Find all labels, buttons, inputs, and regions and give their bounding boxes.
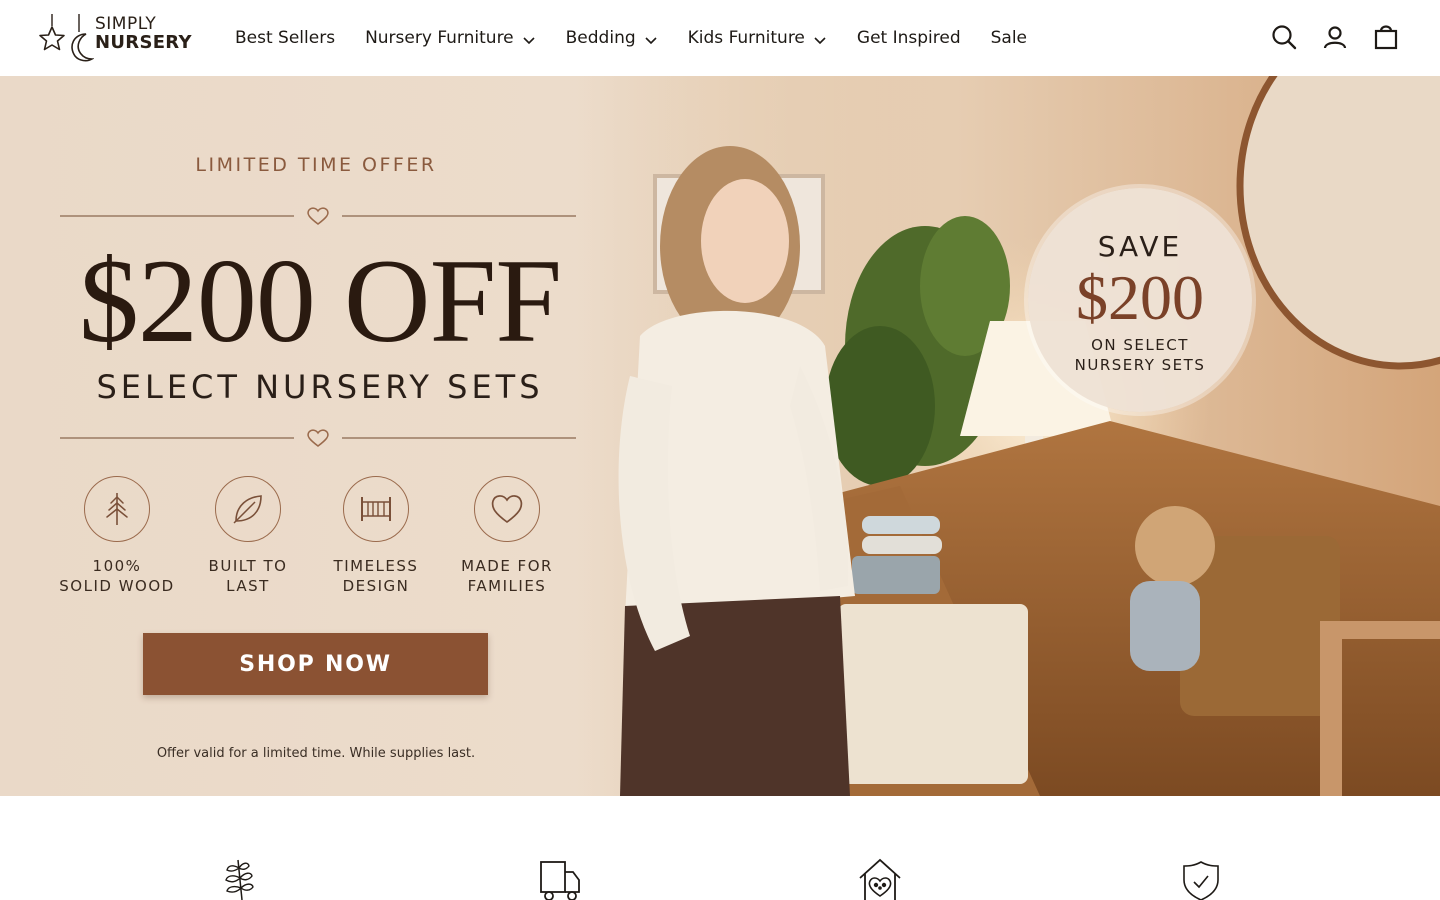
chevron-down-icon — [814, 36, 826, 44]
main-nav: Best Sellers Nursery Furniture Bedding K… — [235, 22, 1057, 54]
save-badge-amount: $200 — [1076, 262, 1204, 333]
feature-label: TIMELESS DESIGN — [306, 556, 446, 596]
nav-kids-furniture[interactable]: Kids Furniture — [688, 28, 827, 48]
nav-best-sellers[interactable]: Best Sellers — [235, 28, 335, 48]
feature-label: BUILT TO LAST — [178, 556, 318, 596]
nav-get-inspired[interactable]: Get Inspired — [857, 28, 961, 48]
nav-kids-furniture-label: Kids Furniture — [687, 28, 805, 48]
brand-logo[interactable]: SIMPLY NURSERY — [38, 12, 198, 64]
brand-name-line2: NURSERY — [95, 32, 192, 53]
hero-banner: LIMITED TIME OFFER $200 OFF SELECT NURSE… — [0, 76, 1440, 796]
site-header: SIMPLY NURSERY Best Sellers Nursery Furn… — [0, 0, 1440, 76]
feature-icon-circle — [84, 476, 150, 542]
crib-icon — [361, 497, 391, 521]
offer-kicker: LIMITED TIME OFFER — [195, 154, 437, 176]
star-moon-logo-icon — [39, 14, 94, 62]
offer-disclaimer: Offer valid for a limited time. While su… — [156, 746, 476, 761]
leaf-icon — [233, 495, 262, 524]
feature-icon-circle — [343, 476, 409, 542]
tree-icon — [106, 493, 128, 525]
feature-label-line2: DESIGN — [342, 577, 410, 595]
feature-label-line2: LAST — [226, 577, 270, 595]
save-badge: SAVE $200 ON SELECT NURSERY SETS — [1028, 188, 1252, 412]
feature-label-line2: FAMILIES — [467, 577, 547, 595]
shop-now-button[interactable]: SHOP NOW — [143, 633, 488, 695]
account-icon[interactable] — [1321, 23, 1349, 51]
feature-timeless-design: TIMELESS DESIGN — [306, 476, 446, 596]
feature-label-line1: MADE FOR — [461, 557, 553, 575]
nav-sale-label: Sale — [990, 28, 1028, 48]
nav-nursery-furniture[interactable]: Nursery Furniture — [365, 28, 536, 48]
save-badge-top: SAVE — [1097, 230, 1183, 263]
feature-label-line1: 100% — [92, 557, 142, 575]
brand-name-line1: SIMPLY — [95, 14, 157, 34]
chevron-down-icon — [523, 36, 535, 44]
search-icon[interactable] — [1270, 23, 1298, 51]
feature-label-line1: TIMELESS — [333, 557, 419, 575]
save-badge-line2: NURSERY SETS — [1074, 356, 1206, 374]
nav-get-inspired-label: Get Inspired — [856, 28, 961, 48]
feature-label: MADE FOR FAMILIES — [437, 556, 577, 596]
chevron-down-icon — [645, 36, 657, 44]
family-home-icon — [859, 858, 901, 900]
feature-label: 100% SOLID WOOD — [47, 556, 187, 596]
offer-headline: $200 OFF — [78, 234, 562, 367]
header-actions — [1247, 23, 1400, 51]
feature-icon-circle — [215, 476, 281, 542]
nav-bedding-label: Bedding — [565, 28, 636, 48]
nav-best-sellers-label: Best Sellers — [235, 28, 336, 48]
feature-icon-circle — [474, 476, 540, 542]
nav-sale[interactable]: Sale — [991, 28, 1027, 48]
feature-label-line2: SOLID WOOD — [59, 577, 175, 595]
heart-divider-top — [60, 207, 576, 225]
value-props-strip — [0, 796, 1440, 900]
save-badge-line1: ON SELECT — [1091, 336, 1189, 354]
feature-made-for-families: MADE FOR FAMILIES — [437, 476, 577, 596]
delivery-truck-icon — [540, 861, 580, 900]
cart-icon[interactable] — [1372, 23, 1400, 51]
feature-solid-wood: 100% SOLID WOOD — [47, 476, 187, 596]
leaf-branch-icon — [225, 859, 254, 900]
nav-nursery-furniture-label: Nursery Furniture — [365, 28, 514, 48]
offer-subheadline: SELECT NURSERY SETS — [96, 368, 544, 406]
nav-bedding[interactable]: Bedding — [566, 28, 658, 48]
feature-label-line1: BUILT TO — [208, 557, 288, 575]
shield-check-icon — [1183, 861, 1219, 900]
heart-divider-bottom — [60, 429, 576, 447]
feature-built-to-last: BUILT TO LAST — [178, 476, 318, 596]
heart-icon — [491, 495, 523, 524]
